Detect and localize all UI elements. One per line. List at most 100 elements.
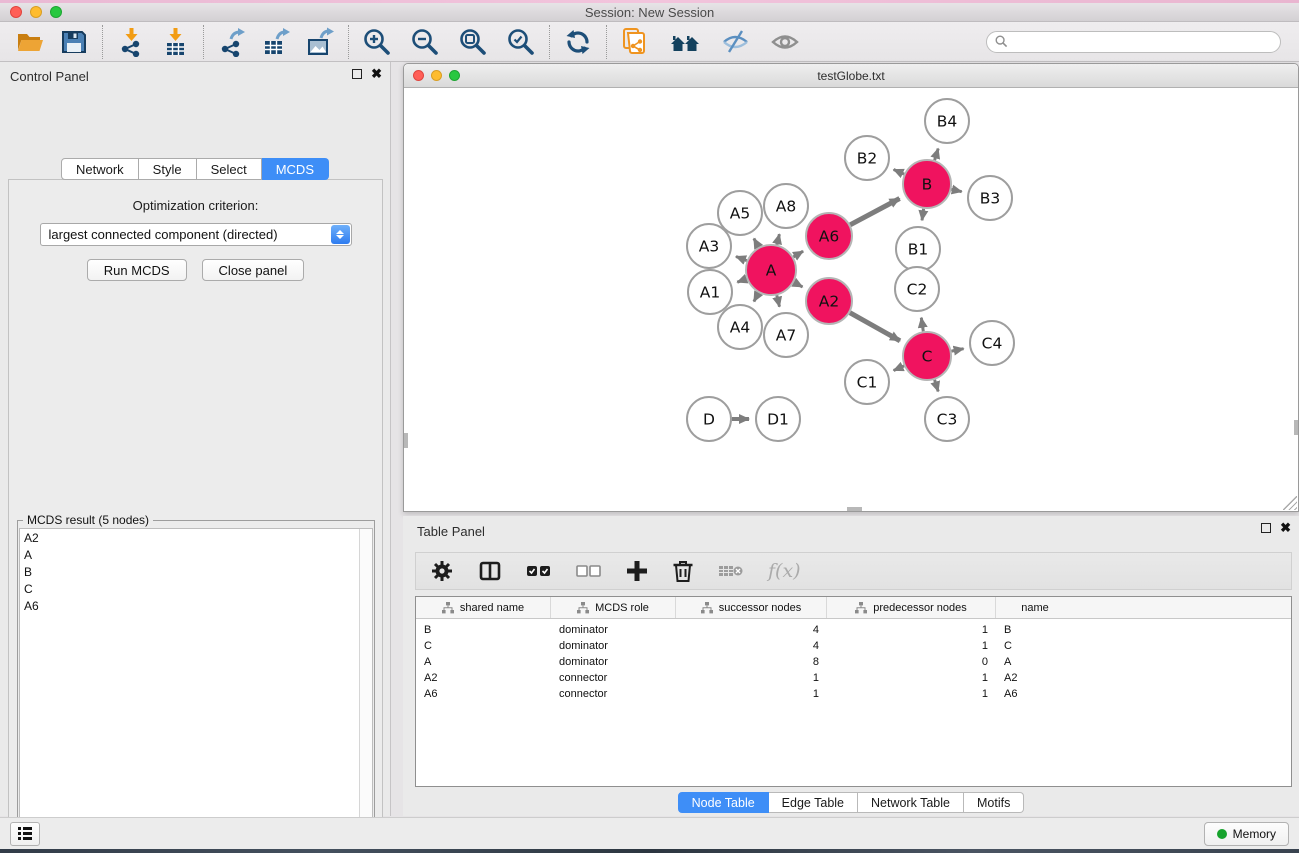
mcds-result-item[interactable]: C [20, 580, 372, 597]
graph-edge-C-C2[interactable] [921, 318, 923, 332]
zoom-in-icon[interactable] [361, 26, 393, 58]
graph-edge-B-B4[interactable] [935, 149, 939, 161]
graph-edge-A-A3[interactable] [736, 257, 747, 261]
graph-edge-A2-C[interactable] [850, 313, 900, 341]
table-row[interactable]: A dominator 8 0 A [416, 654, 1291, 670]
close-panel-icon[interactable]: ✖ [371, 69, 382, 79]
close-table-panel-icon[interactable]: ✖ [1280, 523, 1291, 533]
graph-edge-C-C3[interactable] [935, 380, 939, 392]
canvas-vscroll-thumb-right[interactable] [1294, 420, 1298, 435]
table-options-icon[interactable] [430, 556, 454, 586]
tab-node-table[interactable]: Node Table [678, 792, 769, 813]
new-network-from-selection-icon[interactable] [619, 26, 651, 58]
column-header-mcds-role[interactable]: MCDS role [551, 597, 676, 618]
graph-edge-A-A5[interactable] [754, 239, 759, 248]
mcds-result-list[interactable]: A2 A B C A6 [19, 528, 373, 853]
column-header-predecessor-nodes[interactable]: predecessor nodes [827, 597, 996, 618]
tab-motifs[interactable]: Motifs [964, 792, 1024, 813]
mcds-result-item[interactable]: A2 [20, 529, 372, 546]
create-column-icon[interactable] [626, 556, 648, 586]
show-all-icon[interactable] [769, 26, 801, 58]
window-resize-grip[interactable] [1283, 496, 1297, 510]
column-header-shared-name[interactable]: shared name [416, 597, 551, 618]
criterion-select[interactable]: largest connected component (directed) [40, 223, 352, 246]
export-table-icon[interactable] [260, 26, 292, 58]
graph-node-label-A1: A1 [700, 284, 720, 302]
tab-mcds[interactable]: MCDS [262, 158, 329, 180]
function-builder-icon[interactable]: f(x) [768, 556, 801, 586]
graph-edge-B-B2[interactable] [894, 170, 905, 175]
tab-select[interactable]: Select [197, 158, 262, 180]
delete-table-icon[interactable] [718, 556, 744, 586]
graph-edge-B-B3[interactable] [951, 189, 961, 191]
search-input[interactable] [1013, 35, 1272, 49]
graph-edge-C-C1[interactable] [894, 366, 905, 371]
graph-node-label-A3: A3 [699, 238, 719, 256]
task-list-icon [18, 827, 32, 840]
canvas-vscroll-thumb[interactable] [404, 433, 408, 448]
graph-edge-A-A7[interactable] [777, 295, 780, 306]
graph-edge-A6-B[interactable] [850, 199, 899, 225]
mcds-result-item[interactable]: A6 [20, 597, 372, 614]
first-neighbors-icon[interactable] [669, 26, 701, 58]
tab-edge-table[interactable]: Edge Table [769, 792, 858, 813]
node-table[interactable]: shared name MCDS role successor nodes pr… [415, 596, 1292, 787]
graph-node-label-B4: B4 [937, 113, 958, 131]
graph-node-label-A8: A8 [776, 198, 796, 216]
float-table-panel-icon[interactable] [1261, 523, 1271, 533]
save-session-icon[interactable] [58, 26, 90, 58]
mcds-result-item[interactable]: A [20, 546, 372, 563]
mcds-panel: Optimization criterion: largest connecte… [8, 179, 383, 853]
table-row[interactable]: B dominator 4 1 B [416, 622, 1291, 638]
graph-edge-C-C4[interactable] [952, 349, 964, 351]
optimization-criterion-label: Optimization criterion: [9, 198, 382, 213]
deselect-all-checkboxes-icon[interactable] [576, 556, 602, 586]
canvas-hscroll-thumb[interactable] [847, 507, 862, 511]
graph-edge-B-B1[interactable] [922, 209, 924, 221]
column-type-icon [855, 602, 867, 614]
column-header-successor-nodes[interactable]: successor nodes [676, 597, 827, 618]
column-header-name[interactable]: name [996, 597, 1074, 618]
graph-edge-A-A1[interactable] [737, 279, 746, 282]
graph-edge-A-A2[interactable] [794, 282, 803, 287]
open-file-icon[interactable] [14, 26, 46, 58]
memory-status-icon [1217, 829, 1227, 839]
table-row[interactable]: C dominator 4 1 C [416, 638, 1291, 654]
column-type-icon [577, 602, 589, 614]
graph-edge-A-A6[interactable] [793, 251, 803, 257]
run-mcds-button[interactable]: Run MCDS [87, 259, 187, 281]
zoom-out-icon[interactable] [409, 26, 441, 58]
import-table-icon[interactable] [159, 26, 191, 58]
import-network-icon[interactable] [115, 26, 147, 58]
application-window: Session: New Session [0, 0, 1299, 853]
refresh-view-icon[interactable] [562, 26, 594, 58]
graph-edge-A-A4[interactable] [754, 293, 759, 302]
network-window-titlebar[interactable]: testGlobe.txt [404, 64, 1298, 88]
tab-style[interactable]: Style [139, 158, 197, 180]
search-field[interactable] [986, 31, 1281, 53]
table-row[interactable]: A2 connector 1 1 A2 [416, 670, 1291, 686]
export-network-icon[interactable] [216, 26, 248, 58]
show-task-history-button[interactable] [10, 822, 40, 846]
memory-button[interactable]: Memory [1204, 822, 1289, 846]
zoom-selected-icon[interactable] [505, 26, 537, 58]
graph-node-label-B3: B3 [980, 190, 1001, 208]
network-graph: AA1A2A3A4A5A6A7A8BB1B2B3B4CC1C2C3C4DD1 [404, 88, 1298, 511]
mcds-list-scrollbar[interactable] [359, 529, 372, 853]
zoom-fit-icon[interactable] [457, 26, 489, 58]
mcds-result-item[interactable]: B [20, 563, 372, 580]
show-columns-icon[interactable] [478, 556, 502, 586]
export-image-icon[interactable] [304, 26, 336, 58]
float-panel-icon[interactable] [352, 69, 362, 79]
close-panel-button[interactable]: Close panel [202, 259, 305, 281]
graph-edge-A-A8[interactable] [777, 234, 780, 245]
table-row[interactable]: A6 connector 1 1 A6 [416, 686, 1291, 702]
tab-network-table[interactable]: Network Table [858, 792, 964, 813]
network-canvas[interactable]: AA1A2A3A4A5A6A7A8BB1B2B3B4CC1C2C3C4DD1 [404, 88, 1298, 511]
table-panel: Table Panel ✖ [403, 516, 1299, 816]
graph-node-label-A4: A4 [730, 319, 750, 337]
select-all-checkboxes-icon[interactable] [526, 556, 552, 586]
tab-network[interactable]: Network [61, 158, 139, 180]
delete-columns-icon[interactable] [672, 556, 694, 586]
hide-selected-icon[interactable] [719, 26, 751, 58]
